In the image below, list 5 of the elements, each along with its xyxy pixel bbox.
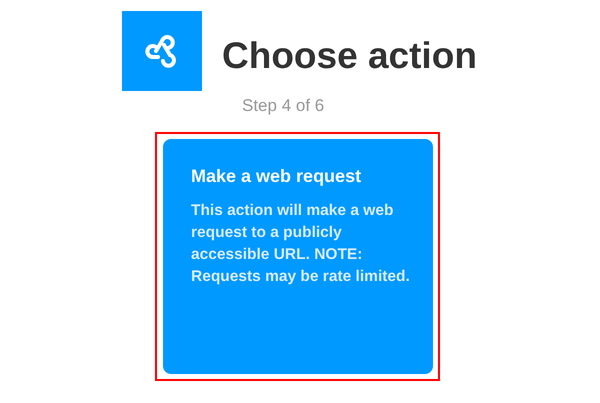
- action-description: This action will make a web request to a publicly accessible URL. NOTE: Requests may be rate limited.: [191, 201, 411, 287]
- action-card[interactable]: Make a web request This action will make a web request to a publicly accessible URL. NOTE: Requests may be rate limited.: [163, 139, 433, 374]
- page-title: Choose action: [222, 35, 477, 77]
- step-indicator: Step 4 of 6: [242, 95, 326, 117]
- action-title: Make a web request: [191, 166, 362, 187]
